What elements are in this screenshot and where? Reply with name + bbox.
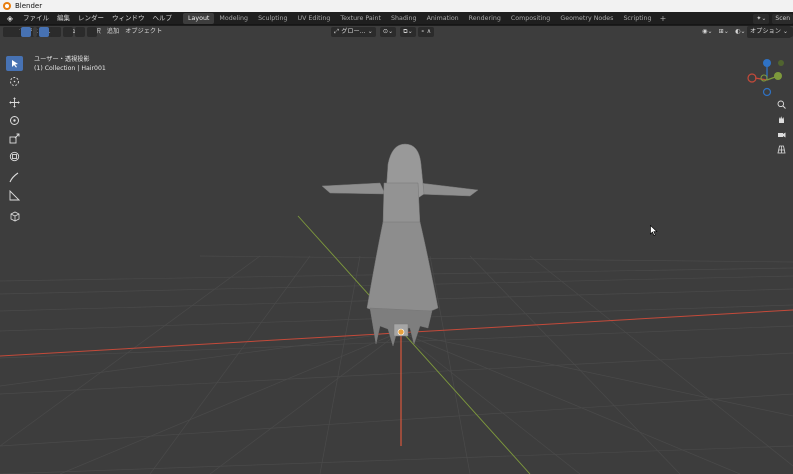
tab-sculpting[interactable]: Sculpting <box>253 13 292 24</box>
select-intersect-icon[interactable] <box>87 27 97 37</box>
select-new-icon[interactable] <box>39 27 49 37</box>
snap-toggle[interactable]: ⧉⌄ <box>400 27 416 37</box>
measure-icon[interactable] <box>6 188 23 203</box>
tab-geometry-nodes[interactable]: Geometry Nodes <box>555 13 618 24</box>
3d-viewport[interactable]: ▣ オブジェク... ⌄ ビュー 選択 追加 オブジェクト ⤢ グロー... ⌄… <box>0 26 793 474</box>
perspective-grid-icon[interactable] <box>775 143 787 155</box>
select-box-icon[interactable] <box>5 56 23 71</box>
scene-name[interactable]: Scen <box>772 13 793 24</box>
scene-icon[interactable]: ✦⌄ <box>753 13 770 24</box>
gizmo-toggle[interactable]: ⊞⌄ <box>716 27 732 37</box>
transform-orientation-dropdown[interactable]: ⤢ グロー... ⌄ <box>331 27 376 37</box>
menu-edit[interactable]: 編集 <box>53 12 74 25</box>
scale-icon[interactable] <box>6 131 23 146</box>
zoom-icon[interactable] <box>775 98 787 110</box>
menu-help[interactable]: ヘルプ <box>149 12 177 25</box>
proportional-edit-toggle[interactable]: ∘ ∧ <box>417 27 435 37</box>
editor-type-icon[interactable] <box>3 27 19 37</box>
select-subtract-icon[interactable] <box>63 27 73 37</box>
cursor-icon[interactable] <box>6 74 23 89</box>
blender-logo-icon <box>3 2 11 10</box>
select-tool-icon[interactable] <box>21 27 31 37</box>
view-name: ユーザー・透視投影 <box>34 56 90 63</box>
spacer <box>33 27 37 37</box>
tab-layout[interactable]: Layout <box>183 12 215 24</box>
menu-add[interactable]: 追加 <box>104 27 122 37</box>
workspace-tabs: Layout Modeling Sculpting UV Editing Tex… <box>183 12 667 25</box>
viewport-info: ユーザー・透視投影 (1) Collection | Hair001 <box>34 55 106 73</box>
tab-texture-paint[interactable]: Texture Paint <box>335 13 386 24</box>
character-model <box>321 143 479 347</box>
move-icon[interactable] <box>6 95 23 110</box>
options-dropdown[interactable]: オプション ⌄ <box>747 26 792 38</box>
annotate-icon[interactable] <box>6 170 23 185</box>
menu-window[interactable]: ウィンドウ <box>108 12 149 25</box>
collection-info: (1) Collection | Hair001 <box>34 65 106 72</box>
rotate-icon[interactable] <box>6 113 23 128</box>
tab-uv-editing[interactable]: UV Editing <box>292 13 335 24</box>
tool-header <box>3 26 98 38</box>
viewport-grid <box>0 143 793 474</box>
tool-bar <box>5 56 23 227</box>
window-titlebar: Blender <box>0 0 793 12</box>
transform-icon[interactable] <box>6 149 23 164</box>
tab-compositing[interactable]: Compositing <box>506 13 555 24</box>
blender-menu-icon[interactable]: ◈ <box>5 14 15 23</box>
mouse-cursor-icon <box>650 225 658 236</box>
tab-animation[interactable]: Animation <box>422 13 464 24</box>
tab-rendering[interactable]: Rendering <box>464 13 506 24</box>
menu-render[interactable]: レンダー <box>74 12 108 25</box>
origin-marker <box>397 328 405 336</box>
window-title: Blender <box>15 2 43 10</box>
top-bar: ◈ ファイル 編集 レンダー ウィンドウ ヘルプ Layout Modeling… <box>0 12 793 25</box>
tab-scripting[interactable]: Scripting <box>618 13 656 24</box>
pivot-point-dropdown[interactable]: ⊙⌄ <box>379 27 397 37</box>
viewport-header: ▣ オブジェク... ⌄ ビュー 選択 追加 オブジェクト ⤢ グロー... ⌄… <box>0 26 793 38</box>
menu-file[interactable]: ファイル <box>19 12 53 25</box>
select-invert-icon[interactable] <box>75 27 85 37</box>
pan-hand-icon[interactable] <box>775 113 787 125</box>
plus-icon[interactable]: + <box>658 14 667 23</box>
menu-object[interactable]: オブジェクト <box>122 27 165 37</box>
tab-modeling[interactable]: Modeling <box>214 13 253 24</box>
camera-view-icon[interactable] <box>775 128 787 140</box>
add-cube-icon[interactable] <box>6 209 23 224</box>
tab-shading[interactable]: Shading <box>386 13 422 24</box>
scene-selector: ✦⌄ Scen <box>753 13 793 24</box>
select-extend-icon[interactable] <box>51 27 61 37</box>
visibility-icon[interactable]: ◉⌄ <box>699 27 716 37</box>
